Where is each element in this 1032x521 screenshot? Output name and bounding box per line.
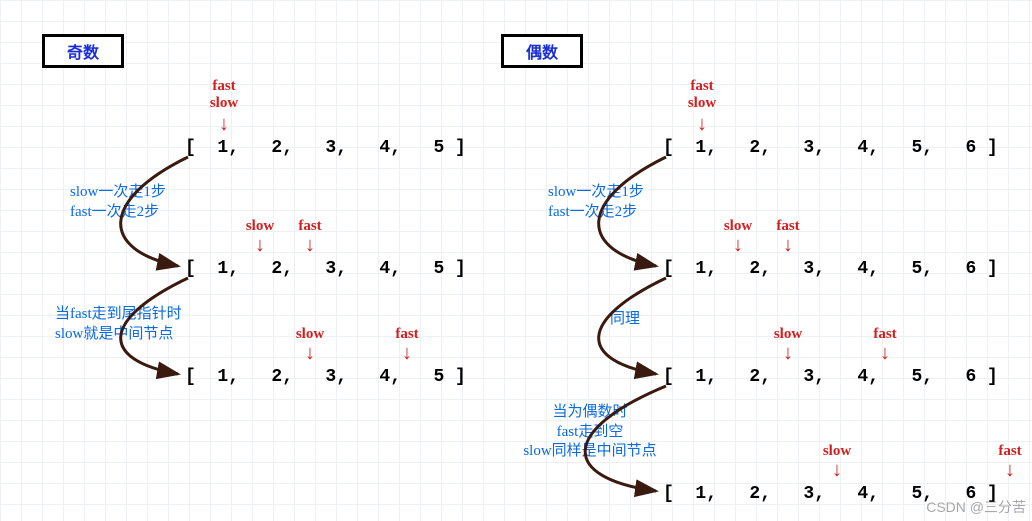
down-arrow-icon: ↓ — [778, 234, 798, 257]
even-r3-fast: fast — [860, 326, 910, 343]
note-text: slow同样是中间节点 — [523, 443, 656, 459]
odd-r2-fast: fast — [285, 218, 335, 235]
watermark: CSDN @三分苦 — [926, 497, 1026, 517]
label-fast: fast — [690, 78, 713, 94]
label-slow: slow — [823, 443, 851, 459]
even-r4-fast: fast — [985, 443, 1032, 460]
even-note3: 当为偶数时 fast走到空 slow同样是中间节点 — [515, 403, 665, 462]
label-fast: fast — [873, 326, 896, 342]
note-text: fast一次走2步 — [548, 204, 637, 220]
odd-array-row1: [ 1, 2, 3, 4, 5 ] — [185, 138, 466, 158]
odd-r2-slow: slow — [235, 218, 285, 235]
even-r2-slow: slow — [713, 218, 763, 235]
note-text: slow一次走1步 — [548, 184, 644, 200]
label-fast: fast — [998, 443, 1021, 459]
down-arrow-icon: ↓ — [300, 342, 320, 365]
label-slow: slow — [210, 95, 238, 111]
label-fast: fast — [212, 78, 235, 94]
odd-array-row2: [ 1, 2, 3, 4, 5 ] — [185, 259, 466, 279]
odd-r3-slow: slow — [285, 326, 335, 343]
down-arrow-icon: ↓ — [827, 459, 847, 482]
down-arrow-icon: ↓ — [692, 113, 712, 136]
note-text: 当fast走到尾指针时 — [55, 306, 182, 322]
odd-r1-ptr-labels: fast slow — [199, 78, 249, 113]
even-r3-slow: slow — [763, 326, 813, 343]
odd-r3-fast: fast — [382, 326, 432, 343]
label-fast: fast — [395, 326, 418, 342]
note-text: 同理 — [610, 311, 640, 327]
down-arrow-icon: ↓ — [250, 234, 270, 257]
odd-array-row3: [ 1, 2, 3, 4, 5 ] — [185, 367, 466, 387]
down-arrow-icon: ↓ — [1000, 459, 1020, 482]
down-arrow-icon: ↓ — [778, 342, 798, 365]
odd-title: 奇数 — [67, 45, 99, 62]
odd-note2: 当fast走到尾指针时 slow就是中间节点 — [55, 305, 182, 344]
label-slow: slow — [246, 218, 274, 234]
even-title-box: 偶数 — [501, 34, 583, 68]
note-text: fast一次走2步 — [70, 204, 159, 220]
even-array-row2: [ 1, 2, 3, 4, 5, 6 ] — [663, 259, 998, 279]
even-note1: slow一次走1步 fast一次走2步 — [548, 183, 644, 222]
note-text: slow就是中间节点 — [55, 326, 173, 342]
down-arrow-icon: ↓ — [728, 234, 748, 257]
note-text: slow一次走1步 — [70, 184, 166, 200]
note-text: 当为偶数时 — [552, 404, 627, 420]
odd-title-box: 奇数 — [42, 34, 124, 68]
note-text: fast走到空 — [557, 424, 624, 440]
even-array-row1: [ 1, 2, 3, 4, 5, 6 ] — [663, 138, 998, 158]
even-title: 偶数 — [526, 45, 558, 62]
even-array-row3: [ 1, 2, 3, 4, 5, 6 ] — [663, 367, 998, 387]
even-r1-ptr-labels: fast slow — [677, 78, 727, 113]
even-r4-slow: slow — [812, 443, 862, 460]
down-arrow-icon: ↓ — [300, 234, 320, 257]
label-fast: fast — [298, 218, 321, 234]
down-arrow-icon: ↓ — [397, 342, 417, 365]
label-slow: slow — [296, 326, 324, 342]
down-arrow-icon: ↓ — [214, 113, 234, 136]
down-arrow-icon: ↓ — [875, 342, 895, 365]
label-slow: slow — [724, 218, 752, 234]
even-note2: 同理 — [610, 310, 640, 330]
label-fast: fast — [776, 218, 799, 234]
label-slow: slow — [774, 326, 802, 342]
label-slow: slow — [688, 95, 716, 111]
odd-note1: slow一次走1步 fast一次走2步 — [70, 183, 166, 222]
even-r2-fast: fast — [763, 218, 813, 235]
